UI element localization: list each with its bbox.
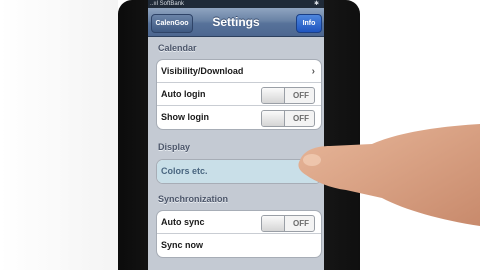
auto-sync-toggle[interactable]: OFF <box>261 215 315 232</box>
toggle-knob <box>262 88 285 103</box>
display-group: Colors etc. <box>156 159 322 184</box>
toggle-state: OFF <box>293 219 309 228</box>
auto-login-row: Auto login OFF <box>157 83 321 106</box>
navigation-bar: Settings CalenGoo Info <box>148 8 324 37</box>
toggle-knob <box>262 111 285 126</box>
show-login-label: Show login <box>161 112 209 122</box>
info-button[interactable]: Info <box>296 14 322 33</box>
section-header-display: Display <box>158 142 191 152</box>
auto-sync-row: Auto sync OFF <box>157 211 321 234</box>
phone-screen: ..ııl SoftBank ✱ Settings CalenGoo Info … <box>148 0 324 270</box>
visibility-download-row[interactable]: Visibility/Download › <box>157 60 321 83</box>
toggle-state: OFF <box>293 114 309 123</box>
section-header-synchronization: Synchronization <box>158 194 229 204</box>
auto-login-label: Auto login <box>161 89 206 99</box>
carrier-label: ..ııl SoftBank <box>150 1 185 7</box>
colors-label: Colors etc. <box>161 166 208 176</box>
bluetooth-icon: ✱ <box>313 1 319 7</box>
section-header-calendar: Calendar <box>158 43 197 53</box>
colors-row[interactable]: Colors etc. <box>157 160 321 183</box>
sync-group: Auto sync OFF Sync now <box>156 210 322 258</box>
auto-sync-label: Auto sync <box>161 217 205 227</box>
chevron-right-icon: › <box>311 66 315 77</box>
auto-login-toggle[interactable]: OFF <box>261 87 315 104</box>
show-login-row: Show login OFF <box>157 106 321 129</box>
back-button[interactable]: CalenGoo <box>151 14 193 33</box>
sync-now-label: Sync now <box>161 240 204 250</box>
sync-now-row[interactable]: Sync now <box>157 234 321 257</box>
toggle-knob <box>262 216 285 231</box>
toggle-state: OFF <box>293 91 309 100</box>
status-bar: ..ııl SoftBank ✱ <box>148 0 324 8</box>
calendar-group: Visibility/Download › Auto login OFF Sho… <box>156 59 322 130</box>
background-left <box>0 0 118 270</box>
show-login-toggle[interactable]: OFF <box>261 110 315 127</box>
visibility-download-label: Visibility/Download <box>161 66 244 76</box>
